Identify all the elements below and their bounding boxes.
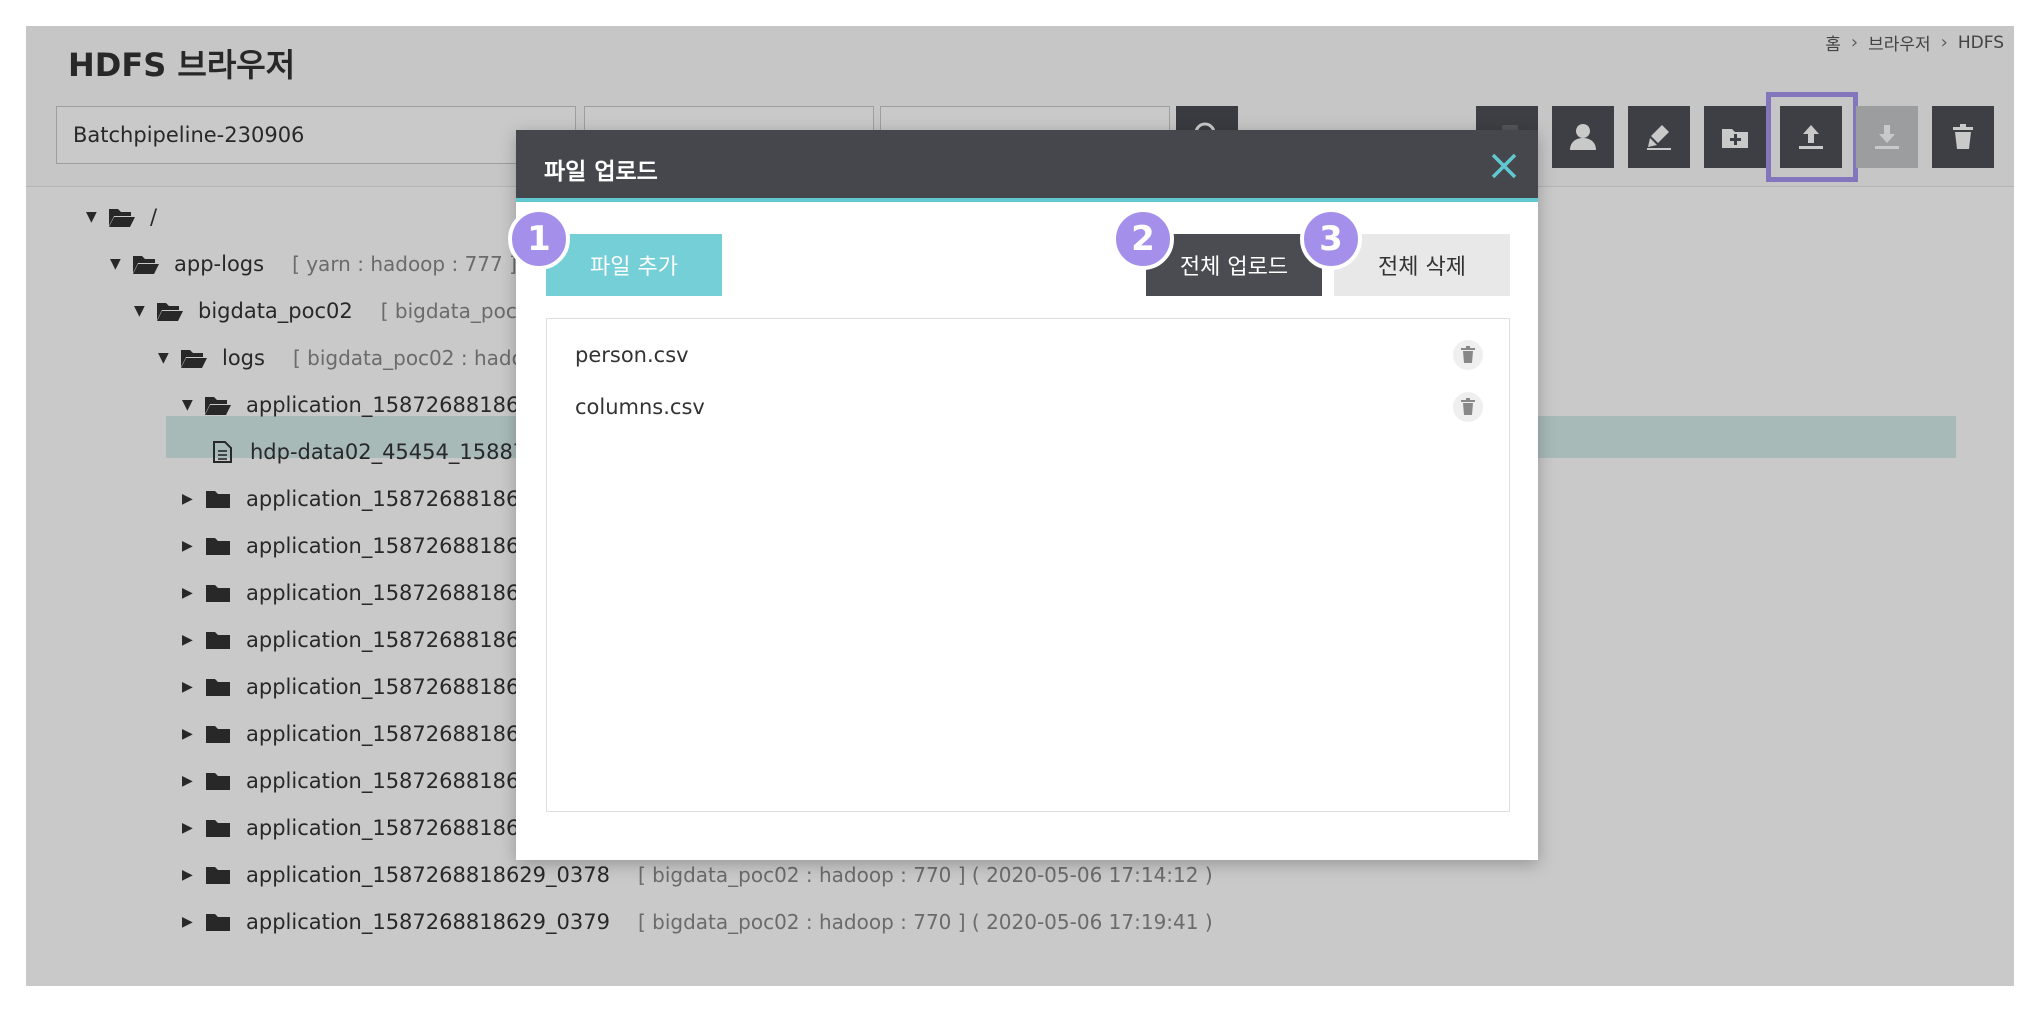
remove-file-button[interactable] [1453, 340, 1483, 370]
close-icon [1491, 153, 1517, 179]
modal-header: 파일 업로드 [516, 130, 1538, 202]
modal-title: 파일 업로드 [544, 159, 658, 185]
close-button[interactable] [1484, 146, 1524, 186]
upload-file-list: person.csv columns.csv [546, 318, 1510, 812]
step-badge-2: 2 [1112, 208, 1174, 270]
upload-file-name: person.csv [575, 343, 689, 367]
hdfs-browser-screen: HDFS 브라우저 홈 › 브라우저 › HDFS Batchpipeline-… [26, 26, 2014, 986]
upload-file-name: columns.csv [575, 395, 705, 419]
trash-icon [1461, 398, 1475, 415]
step-badge-3: 3 [1300, 208, 1362, 270]
remove-file-button[interactable] [1453, 392, 1483, 422]
trash-icon [1461, 346, 1475, 363]
file-upload-modal: 파일 업로드 파일 추가 전체 업로드 전체 삭제 1 2 3 person.c… [508, 130, 1538, 860]
add-file-button[interactable]: 파일 추가 [546, 234, 722, 296]
step-badge-1: 1 [508, 208, 570, 270]
